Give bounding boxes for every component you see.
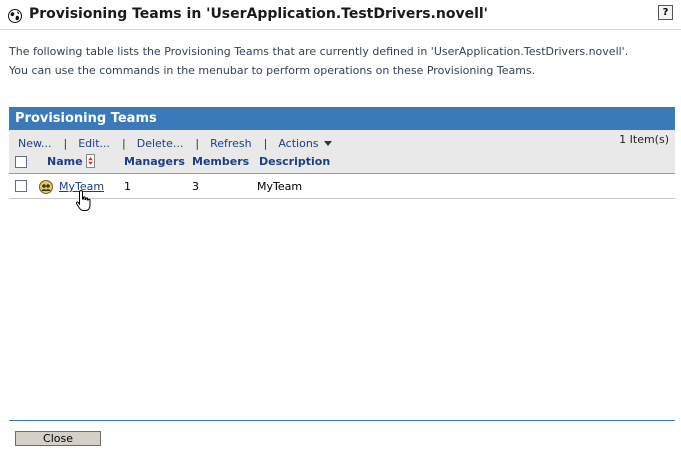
table-toolbar: New... | Edit... | Delete... | Refresh |… — [9, 130, 675, 174]
menu-separator: | — [122, 137, 126, 150]
menu-bar: New... | Edit... | Delete... | Refresh |… — [18, 137, 332, 150]
close-button[interactable]: Close — [15, 431, 101, 446]
description-cell: MyTeam — [257, 180, 303, 193]
provisioning-teams-page: Provisioning Teams in 'UserApplication.T… — [0, 0, 681, 458]
chevron-down-icon — [323, 141, 332, 146]
column-header-description[interactable]: Description — [259, 155, 330, 168]
members-cell: 3 — [192, 180, 199, 193]
item-count: 1 Item(s) — [619, 133, 669, 146]
menu-separator: | — [195, 137, 200, 150]
globe-icon — [8, 9, 22, 23]
hand-cursor-icon — [75, 189, 91, 211]
actions-menu[interactable]: Actions — [278, 137, 332, 150]
column-header-members[interactable]: Members — [192, 155, 249, 168]
new-menu-item[interactable]: New... — [18, 137, 51, 150]
help-button[interactable]: ? — [658, 5, 673, 20]
team-icon — [39, 180, 53, 194]
sort-icon[interactable] — [86, 154, 95, 168]
select-all-checkbox[interactable] — [15, 156, 27, 168]
footer-divider — [9, 420, 675, 421]
refresh-menu-item[interactable]: Refresh — [210, 137, 252, 150]
column-header-row: Name Managers Members Description — [9, 154, 675, 172]
delete-menu-item[interactable]: Delete... — [137, 137, 184, 150]
description-line-1: The following table lists the Provisioni… — [9, 45, 629, 58]
row-checkbox[interactable] — [15, 180, 27, 192]
managers-cell: 1 — [124, 180, 131, 193]
page-header: Provisioning Teams in 'UserApplication.T… — [0, 0, 681, 30]
panel-title: Provisioning Teams — [9, 107, 675, 130]
column-header-managers[interactable]: Managers — [124, 155, 185, 168]
table-row: MyTeam 1 3 MyTeam — [9, 175, 675, 199]
page-description: The following table lists the Provisioni… — [9, 42, 677, 80]
column-header-name[interactable]: Name — [47, 155, 83, 168]
edit-menu-item[interactable]: Edit... — [78, 137, 110, 150]
page-title: Provisioning Teams in 'UserApplication.T… — [29, 6, 488, 22]
description-line-2: You can use the commands in the menubar … — [9, 64, 536, 77]
actions-label: Actions — [278, 137, 319, 150]
menu-separator: | — [63, 137, 68, 150]
menu-separator: | — [263, 137, 268, 150]
